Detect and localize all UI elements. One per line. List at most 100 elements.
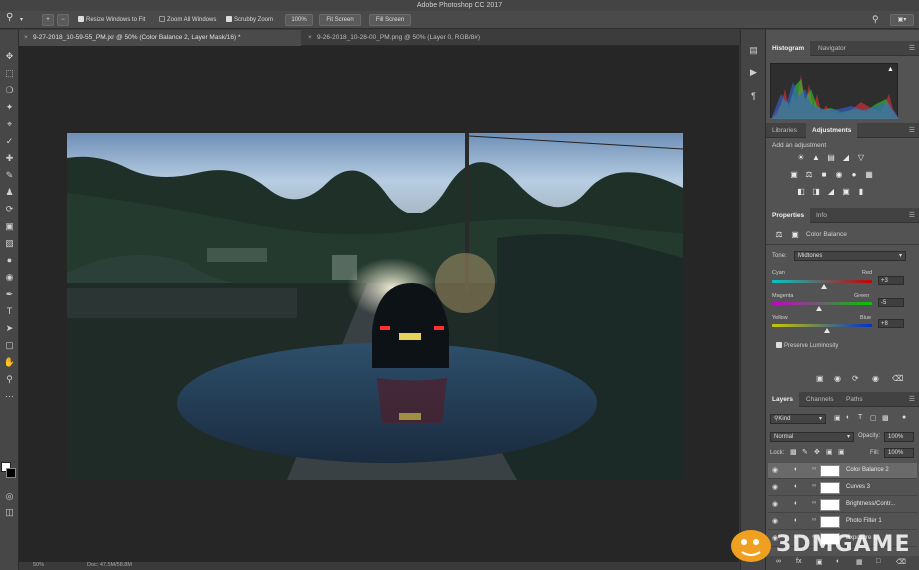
blur-tool-icon[interactable]: ● (3, 254, 16, 267)
layer-row[interactable]: ◉ ◐ ∞ Brightness/Contr... (768, 497, 917, 513)
zoom-all-checkbox[interactable]: Zoom All Windows (159, 14, 216, 26)
layer-name[interactable]: Brightness/Contr... (846, 501, 895, 507)
panel-menu-icon[interactable]: ☰ (909, 211, 915, 219)
posterize-icon[interactable]: ◨ (811, 187, 821, 196)
filter-smart-icon[interactable]: ▩ (882, 414, 889, 422)
tab-libraries[interactable]: Libraries (766, 123, 803, 138)
exposure-icon[interactable]: ◢ (841, 153, 851, 162)
path-selection-tool-icon[interactable]: ➤ (3, 322, 16, 335)
crop-tool-icon[interactable]: ⌖ (3, 118, 16, 131)
zoom-tool-icon[interactable]: ⚲ (6, 12, 13, 24)
search-icon[interactable]: ⚲ (872, 13, 879, 25)
tone-select[interactable]: Midtones ▾ (794, 251, 906, 261)
play-action-icon[interactable]: ▶ (747, 66, 760, 79)
close-icon[interactable]: × (24, 30, 28, 46)
tab-channels[interactable]: Channels (800, 392, 839, 407)
photo-filter-icon[interactable]: ◉ (834, 170, 844, 179)
selective-color-icon[interactable]: ▣ (841, 187, 851, 196)
filter-adjustment-icon[interactable]: ◐ (846, 414, 850, 421)
quick-mask-icon[interactable]: ◎ (3, 490, 16, 503)
lock-pixels-icon[interactable]: ✎ (802, 448, 808, 456)
chevron-down-icon[interactable]: ▾ (20, 14, 23, 26)
layer-name[interactable]: Color Balance 2 (846, 467, 889, 473)
filter-toggle-icon[interactable]: ● (902, 414, 906, 421)
curves-icon[interactable]: ▤ (826, 153, 836, 162)
layer-name[interactable]: Curves 3 (846, 484, 870, 490)
quick-selection-tool-icon[interactable]: ✦ (3, 101, 16, 114)
tab-info[interactable]: Info (810, 208, 833, 223)
status-zoom[interactable]: 50% (33, 562, 44, 568)
lasso-tool-icon[interactable]: ❍ (3, 84, 16, 97)
warning-icon[interactable]: ▲ (887, 66, 894, 73)
tab-histogram[interactable]: Histogram (766, 41, 811, 56)
move-tool-icon[interactable]: ✥ (3, 50, 16, 63)
healing-brush-tool-icon[interactable]: ✚ (3, 152, 16, 165)
eyedropper-tool-icon[interactable]: ✓ (3, 135, 16, 148)
channel-mixer-icon[interactable]: ● (849, 170, 859, 179)
slider-thumb[interactable] (821, 284, 827, 289)
brightness-contrast-icon[interactable]: ☀ (796, 153, 806, 162)
character-panel-icon[interactable]: ¶ (747, 90, 760, 103)
link-icon[interactable]: ∞ (812, 483, 816, 489)
filter-type-icon[interactable]: T (858, 414, 862, 421)
fill-field[interactable]: 100% (884, 448, 914, 458)
dodge-tool-icon[interactable]: ◉ (3, 271, 16, 284)
layer-mask-icon[interactable]: ▣ (790, 230, 800, 239)
tab-paths[interactable]: Paths (840, 392, 869, 407)
close-icon[interactable]: × (308, 30, 312, 46)
type-tool-icon[interactable]: T (3, 305, 16, 318)
trash-icon[interactable]: ⌫ (892, 374, 903, 383)
filter-pixel-icon[interactable]: ▣ (834, 414, 841, 422)
workspace-switcher[interactable]: ▣▾ (890, 14, 914, 26)
pen-tool-icon[interactable]: ✒ (3, 288, 16, 301)
lock-transparent-icon[interactable]: ▩ (790, 448, 797, 456)
levels-icon[interactable]: ▲ (811, 153, 821, 162)
link-icon[interactable]: ∞ (812, 466, 816, 472)
invert-icon[interactable]: ◧ (796, 187, 806, 196)
gradient-map-icon[interactable]: ▮ (856, 187, 866, 196)
zoom-out-button[interactable]: − (57, 14, 69, 26)
filter-shape-icon[interactable]: ▢ (870, 414, 877, 422)
magenta-green-slider[interactable] (772, 302, 872, 305)
blend-mode-select[interactable]: Normal ▾ (770, 432, 854, 442)
resize-windows-checkbox[interactable]: Resize Windows to Fit (78, 14, 145, 26)
preserve-luminosity-checkbox[interactable]: Preserve Luminosity (776, 342, 838, 349)
eraser-tool-icon[interactable]: ▣ (3, 220, 16, 233)
vibrance-icon[interactable]: ▽ (856, 153, 866, 162)
marquee-tool-icon[interactable]: ⬚ (3, 67, 16, 80)
cyan-red-slider[interactable] (772, 280, 872, 283)
zoom-tool-icon[interactable]: ⚲ (3, 373, 16, 386)
yellow-blue-slider[interactable] (772, 324, 872, 327)
lock-position-icon[interactable]: ✥ (814, 448, 820, 456)
clone-stamp-tool-icon[interactable]: ♟ (3, 186, 16, 199)
gradient-tool-icon[interactable]: ▧ (3, 237, 16, 250)
layer-row[interactable]: ◉ ◐ ∞ Curves 3 (768, 480, 917, 496)
reset-icon[interactable]: ⟳ (852, 374, 859, 383)
threshold-icon[interactable]: ◢ (826, 187, 836, 196)
fit-screen-button[interactable]: Fit Screen (319, 14, 361, 26)
scrubby-zoom-checkbox[interactable]: Scrubby Zoom (226, 14, 273, 26)
layer-mask-thumbnail[interactable] (820, 465, 840, 477)
document-image[interactable] (67, 133, 683, 480)
black-white-icon[interactable]: ■ (819, 170, 829, 179)
brush-tool-icon[interactable]: ✎ (3, 169, 16, 182)
zoom-percent-button[interactable]: 100% (285, 14, 313, 26)
eye-icon[interactable]: ◉ (772, 483, 778, 491)
visibility-icon[interactable]: ◉ (872, 374, 879, 383)
hue-saturation-icon[interactable]: ▣ (789, 170, 799, 179)
layer-mask-thumbnail[interactable] (820, 499, 840, 511)
eye-icon[interactable]: ◉ (772, 466, 778, 474)
panel-menu-icon[interactable]: ☰ (909, 44, 915, 52)
cyan-red-value[interactable]: +3 (878, 276, 904, 285)
tab-properties[interactable]: Properties (766, 208, 811, 223)
tab-layers[interactable]: Layers (766, 392, 799, 407)
screen-mode-icon[interactable]: ◫ (3, 506, 16, 519)
tab-document-1[interactable]: × 9-27-2018_10-59-55_PM.jxr @ 50% (Color… (19, 30, 301, 46)
tab-adjustments[interactable]: Adjustments (806, 123, 858, 138)
layer-mask-thumbnail[interactable] (820, 482, 840, 494)
panel-menu-icon[interactable]: ☰ (909, 395, 915, 403)
eye-icon[interactable]: ◉ (772, 500, 778, 508)
history-brush-tool-icon[interactable]: ⟳ (3, 203, 16, 216)
tab-document-2[interactable]: × 9-26-2018_10-28-00_PM.png @ 50% (Layer… (303, 30, 523, 46)
layer-row[interactable]: ◉ ◐ ∞ Color Balance 2 (768, 463, 917, 479)
